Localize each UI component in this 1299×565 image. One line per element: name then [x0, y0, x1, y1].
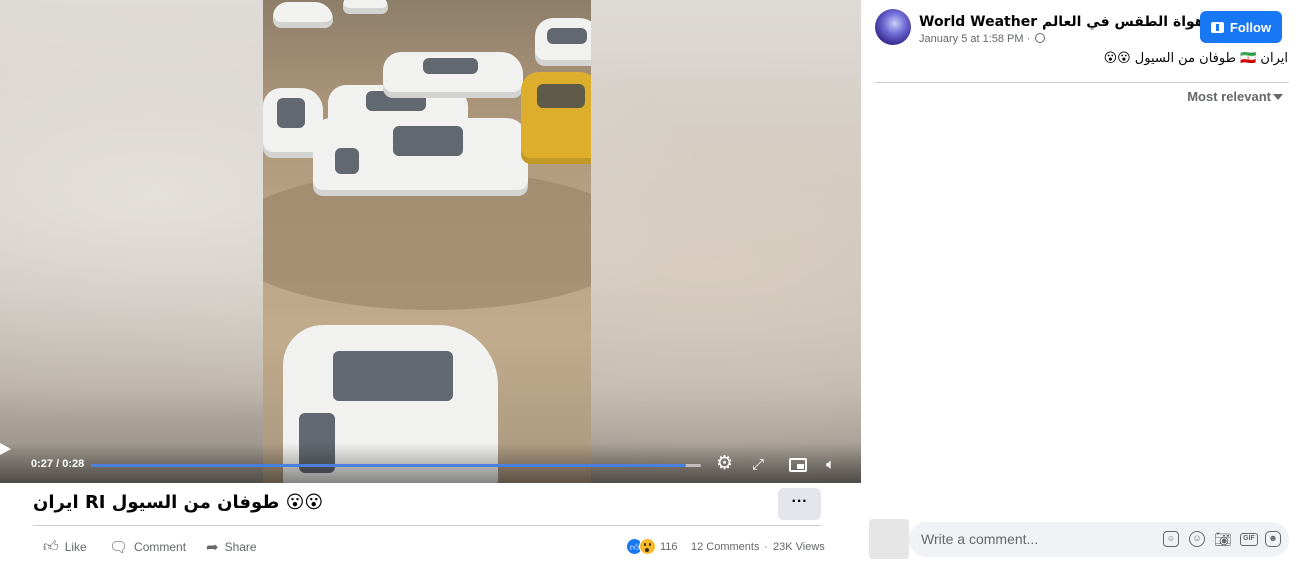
comment-sort-select[interactable]: Most relevant	[1187, 89, 1271, 104]
share-button[interactable]: ➦ Share	[206, 538, 257, 556]
caret-down-icon[interactable]	[1273, 94, 1283, 100]
video-frame[interactable]	[263, 0, 591, 483]
car-shape	[343, 0, 388, 14]
page-name[interactable]: World Weather هواة الطقس في العالم	[919, 14, 1205, 30]
globe-icon	[1035, 33, 1046, 43]
video-time: 0:27 / 0:28	[31, 458, 84, 470]
sticker-icon[interactable]: ☺	[1163, 531, 1179, 547]
share-label: Share	[224, 540, 257, 554]
post-date[interactable]: January 5 at 1:58 PM	[919, 33, 1024, 45]
follow-icon	[1210, 21, 1224, 33]
post-title: ايران RI طوفان من السيول 😮😮	[33, 492, 324, 513]
post-side-panel: World Weather هواة الطقس في العالم Janua…	[861, 0, 1299, 565]
comment-button[interactable]: 🗨︎ Comment	[109, 538, 186, 556]
car-shape	[383, 52, 523, 98]
post-caption: ايران 🇮🇷 طوفان من السيول 😮😮	[1103, 51, 1288, 66]
emoji-icon[interactable]: ☺	[1189, 531, 1205, 547]
avatar	[869, 519, 909, 559]
car-shape	[313, 118, 528, 196]
thumbs-up-icon: 👍︎	[43, 538, 59, 555]
camera-icon[interactable]: 📷︎	[1214, 531, 1232, 547]
follow-button[interactable]: Follow	[1200, 11, 1282, 43]
gear-icon[interactable]: ⚙	[716, 454, 733, 473]
reaction-count: 116	[660, 540, 678, 553]
post-meta: January 5 at 1:58 PM ·	[919, 33, 1046, 45]
car-shape	[273, 2, 333, 28]
comment-icon: 🗨︎	[109, 539, 129, 556]
comment-label: Comment	[134, 540, 187, 554]
like-label: Like	[64, 540, 87, 554]
progress-bar[interactable]	[91, 464, 701, 467]
views-count: 23K Views	[773, 541, 825, 553]
stats-separator: ·	[764, 541, 768, 553]
comment-input[interactable]	[921, 531, 1151, 547]
comment-composer[interactable]: ☺ ☺ 📷︎ GIF ☻	[909, 522, 1289, 557]
current-time: 0:27	[31, 458, 54, 470]
meta-separator: ·	[1023, 33, 1034, 45]
car-shape	[521, 72, 591, 164]
pip-icon[interactable]	[789, 458, 807, 472]
follow-label: Follow	[1229, 19, 1272, 35]
avatar-sticker-icon[interactable]: ☻	[1265, 531, 1281, 547]
video-controls: 0:27 / 0:28 ⚙ ⤢ 🔈︎	[0, 443, 861, 483]
duration: 0:28	[62, 458, 85, 470]
more-options-button[interactable]: ···	[778, 488, 821, 520]
comments-count[interactable]: 12 Comments	[691, 541, 759, 553]
page-avatar[interactable]	[875, 9, 911, 45]
share-icon: ➦	[206, 539, 219, 556]
wow-reaction-icon	[639, 538, 656, 555]
post-viewer: 0:27 / 0:28 ⚙ ⤢ 🔈︎ ايران RI طوفان من الس…	[0, 0, 1299, 565]
car-shape	[535, 18, 591, 66]
fullscreen-icon[interactable]: ⤢	[752, 456, 764, 474]
like-button[interactable]: 👍︎ Like	[43, 538, 87, 556]
divider	[33, 525, 821, 526]
time-separator: /	[53, 458, 63, 470]
progress-fill	[91, 464, 686, 467]
video-player[interactable]: 0:27 / 0:28 ⚙ ⤢ 🔈︎	[0, 0, 861, 483]
gif-icon[interactable]: GIF	[1240, 533, 1258, 546]
reactions-summary[interactable]: 👍︎ 116	[626, 538, 678, 555]
mute-icon[interactable]: 🔈︎	[826, 456, 835, 474]
play-icon[interactable]	[0, 443, 11, 455]
divider	[875, 82, 1289, 83]
